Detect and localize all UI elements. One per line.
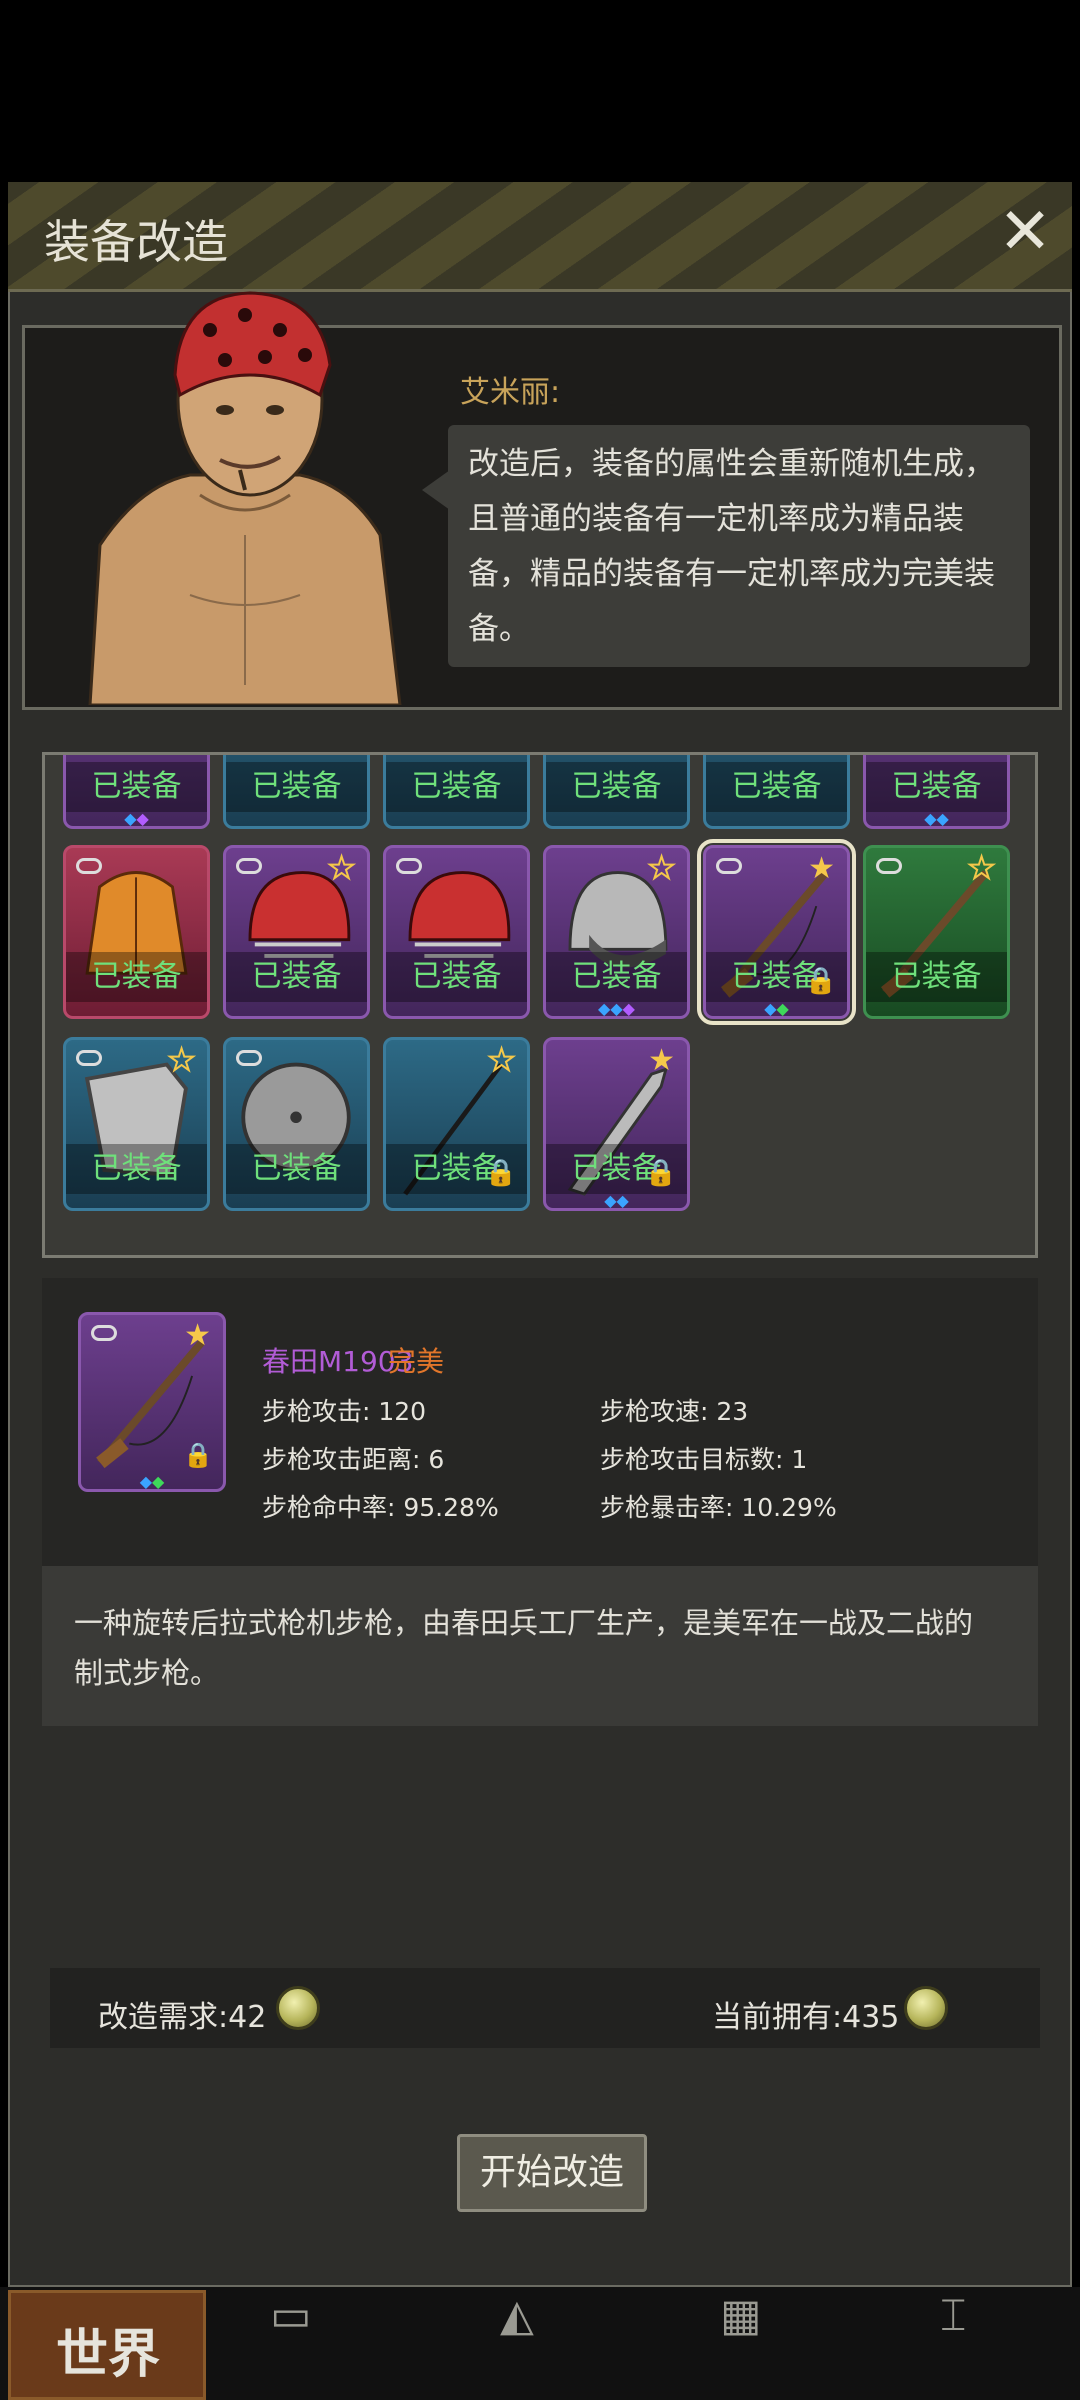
- inventory-slot-police-helmet[interactable]: ★ 已装备 ◆◆◆: [543, 845, 690, 1019]
- item-description: 一种旋转后拉式枪机步枪，由春田兵工厂生产，是美军在一战及二战的制式步枪。: [74, 1606, 974, 1690]
- stat-crit: 步枪暴击率: 10.29%: [600, 1493, 837, 1522]
- equipped-label: 已装备: [386, 762, 527, 812]
- equipped-label: 已装备: [866, 952, 1007, 1002]
- craft-icon[interactable]: ⌶: [940, 2290, 966, 2341]
- star-icon: ★: [967, 851, 996, 886]
- speech-bubble-tail: [422, 470, 450, 510]
- link-icon: [716, 858, 742, 874]
- detail-item-icon: ★ 🔒 ◆◆: [78, 1312, 226, 1492]
- gem-indicators: ◆◆: [139, 1472, 165, 1491]
- coin-icon: [276, 1986, 320, 2030]
- inventory-slot-shield[interactable]: ★ 已装备: [63, 1037, 210, 1211]
- start-modify-button[interactable]: 开始改造: [457, 2134, 647, 2212]
- inventory-slot-spear[interactable]: ★ 已装备 🔒: [383, 1037, 530, 1211]
- star-icon: ★: [184, 1318, 211, 1353]
- gem-indicators: ◆◆: [604, 1191, 629, 1210]
- inventory-slot-jacket[interactable]: 已装备: [63, 845, 210, 1019]
- required-cost: 改造需求:42: [98, 2000, 267, 2035]
- equipped-label: 已装备: [546, 762, 687, 812]
- character-icon[interactable]: ◭: [500, 2290, 534, 2341]
- inventory-slot[interactable]: 已装备 ◆◆: [863, 755, 1010, 829]
- lock-icon: 🔒: [183, 1441, 213, 1469]
- modal-title: 装备改造: [44, 215, 228, 269]
- link-icon: [236, 1050, 262, 1066]
- equipped-label: 已装备: [226, 1144, 367, 1194]
- inventory-slot[interactable]: 已装备 ◆◆: [63, 755, 210, 829]
- link-icon: [76, 858, 102, 874]
- equipped-label: 已装备: [66, 1144, 207, 1194]
- lock-icon: 🔒: [484, 1158, 517, 1188]
- star-icon: ★: [647, 851, 676, 886]
- link-icon: [236, 858, 262, 874]
- equipped-label: 已装备: [386, 952, 527, 1002]
- stat-accuracy: 步枪命中率: 95.28%: [262, 1493, 499, 1522]
- inventory-slot-rifle[interactable]: ★ 已装备: [863, 845, 1010, 1019]
- nav-world-label: 世界: [56, 2325, 161, 2385]
- stat-range: 步枪攻击距离: 6: [262, 1445, 445, 1474]
- inventory-slot[interactable]: 已装备: [223, 755, 370, 829]
- stat-attack: 步枪攻击: 120: [262, 1397, 427, 1426]
- owned-amount: 当前拥有:435: [712, 2000, 900, 2035]
- npc-name: 艾米丽:: [460, 375, 561, 410]
- gem-indicators: ◆◆: [924, 809, 949, 828]
- coin-icon: [904, 1986, 948, 2030]
- stat-attack-speed: 步枪攻速: 23: [600, 1397, 749, 1426]
- lock-icon: 🔒: [804, 966, 837, 996]
- npc-speech: 改造后，装备的属性会重新随机生成，且普通的装备有一定机率成为精品装备，精品的装备…: [448, 425, 1030, 667]
- link-icon: [396, 858, 422, 874]
- inventory-slot-helmet[interactable]: ★ 已装备: [223, 845, 370, 1019]
- inventory-slot[interactable]: 已装备: [703, 755, 850, 829]
- star-icon: ★: [648, 1043, 675, 1078]
- equipped-label: 已装备: [866, 762, 1007, 812]
- gem-indicators: ◆◆◆: [598, 999, 635, 1018]
- star-icon: ★: [167, 1043, 196, 1078]
- equipped-label: 已装备: [546, 952, 687, 1002]
- close-button[interactable]: ✕: [990, 200, 1060, 270]
- equipped-label: 已装备: [706, 762, 847, 812]
- inventory-grid: 已装备 ◆◆ 已装备 已装备 已装备 已装备 已装备 ◆◆ 已装备 ★ 已装备: [42, 752, 1038, 1258]
- inventory-slot[interactable]: 已装备: [543, 755, 690, 829]
- link-icon: [76, 1050, 102, 1066]
- item-quality: 完美: [388, 1345, 445, 1378]
- equipped-label: 已装备: [226, 952, 367, 1002]
- star-icon: ★: [808, 851, 835, 886]
- equipped-label: 已装备: [66, 762, 207, 812]
- equipped-label: 已装备: [66, 952, 207, 1002]
- inventory-slot-machete[interactable]: ★ 已装备 🔒 ◆◆: [543, 1037, 690, 1211]
- gem-indicators: ◆◆: [124, 809, 149, 828]
- link-icon: [876, 858, 902, 874]
- inventory-slot-helmet[interactable]: 已装备: [383, 845, 530, 1019]
- equipped-label: 已装备: [226, 762, 367, 812]
- star-icon: ★: [487, 1043, 516, 1078]
- inventory-slot-round-shield[interactable]: 已装备: [223, 1037, 370, 1211]
- npc-portrait: [88, 291, 402, 705]
- inventory-slot[interactable]: 已装备: [383, 755, 530, 829]
- inventory-slot-rifle-selected[interactable]: ★ 已装备 🔒 ◆◆: [697, 839, 856, 1025]
- star-icon: ★: [327, 851, 356, 886]
- stat-targets: 步枪攻击目标数: 1: [600, 1445, 808, 1474]
- link-icon: [91, 1325, 117, 1341]
- bag-icon[interactable]: ▭: [270, 2290, 312, 2341]
- gem-indicators: ◆◆: [764, 999, 789, 1018]
- lock-icon: 🔒: [644, 1158, 677, 1188]
- grid-icon[interactable]: ▦: [720, 2290, 762, 2341]
